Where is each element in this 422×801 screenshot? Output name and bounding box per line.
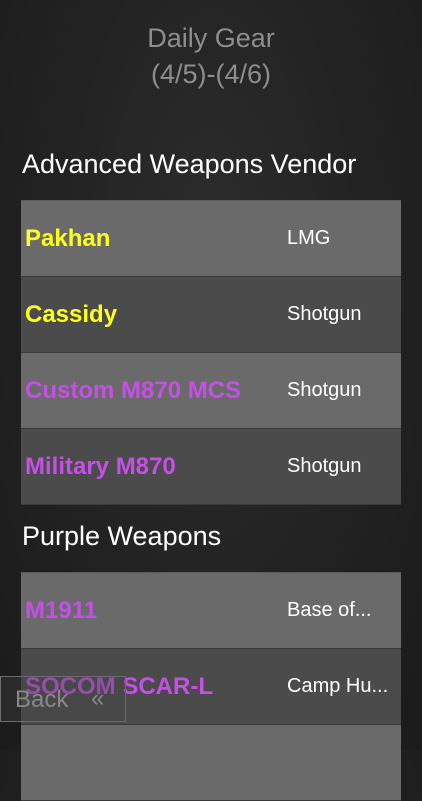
- item-name: M1911: [25, 596, 98, 624]
- item-name: Pakhan: [25, 224, 111, 252]
- item-type: LMG: [287, 227, 331, 249]
- item-type: Base of...: [287, 599, 372, 621]
- item-name: Military M870: [25, 452, 176, 480]
- item-type: Shotgun: [287, 455, 362, 477]
- page-header: Daily Gear (4/5)-(4/6): [0, 20, 422, 92]
- item-type: Shotgun: [287, 303, 362, 325]
- item-type: Shotgun: [287, 379, 362, 401]
- back-label: Back: [15, 686, 69, 713]
- item-type: Camp Hu...: [287, 675, 389, 697]
- list-item[interactable]: Military M870 Shotgun: [21, 429, 401, 505]
- list-item[interactable]: Pakhan LMG: [21, 201, 401, 277]
- back-button[interactable]: Back «: [0, 676, 126, 722]
- double-chevron-left-icon: «: [91, 685, 105, 712]
- advanced-weapons-vendor-list: Pakhan LMG Cassidy Shotgun Custom M870 M…: [21, 200, 401, 505]
- list-item[interactable]: [21, 725, 401, 801]
- date-range: (4/5)-(4/6): [150, 59, 272, 89]
- section-title-purple-weapons: Purple Weapons: [22, 521, 222, 551]
- section-title-advanced-weapons-vendor: Advanced Weapons Vendor: [22, 149, 357, 179]
- list-item[interactable]: Cassidy Shotgun: [21, 277, 401, 353]
- list-item[interactable]: Custom M870 MCS Shotgun: [21, 353, 401, 429]
- page-title: Daily Gear: [147, 23, 275, 53]
- item-name: Cassidy: [25, 300, 118, 328]
- list-item[interactable]: M1911 Base of...: [21, 573, 401, 649]
- item-name: Custom M870 MCS: [25, 376, 242, 404]
